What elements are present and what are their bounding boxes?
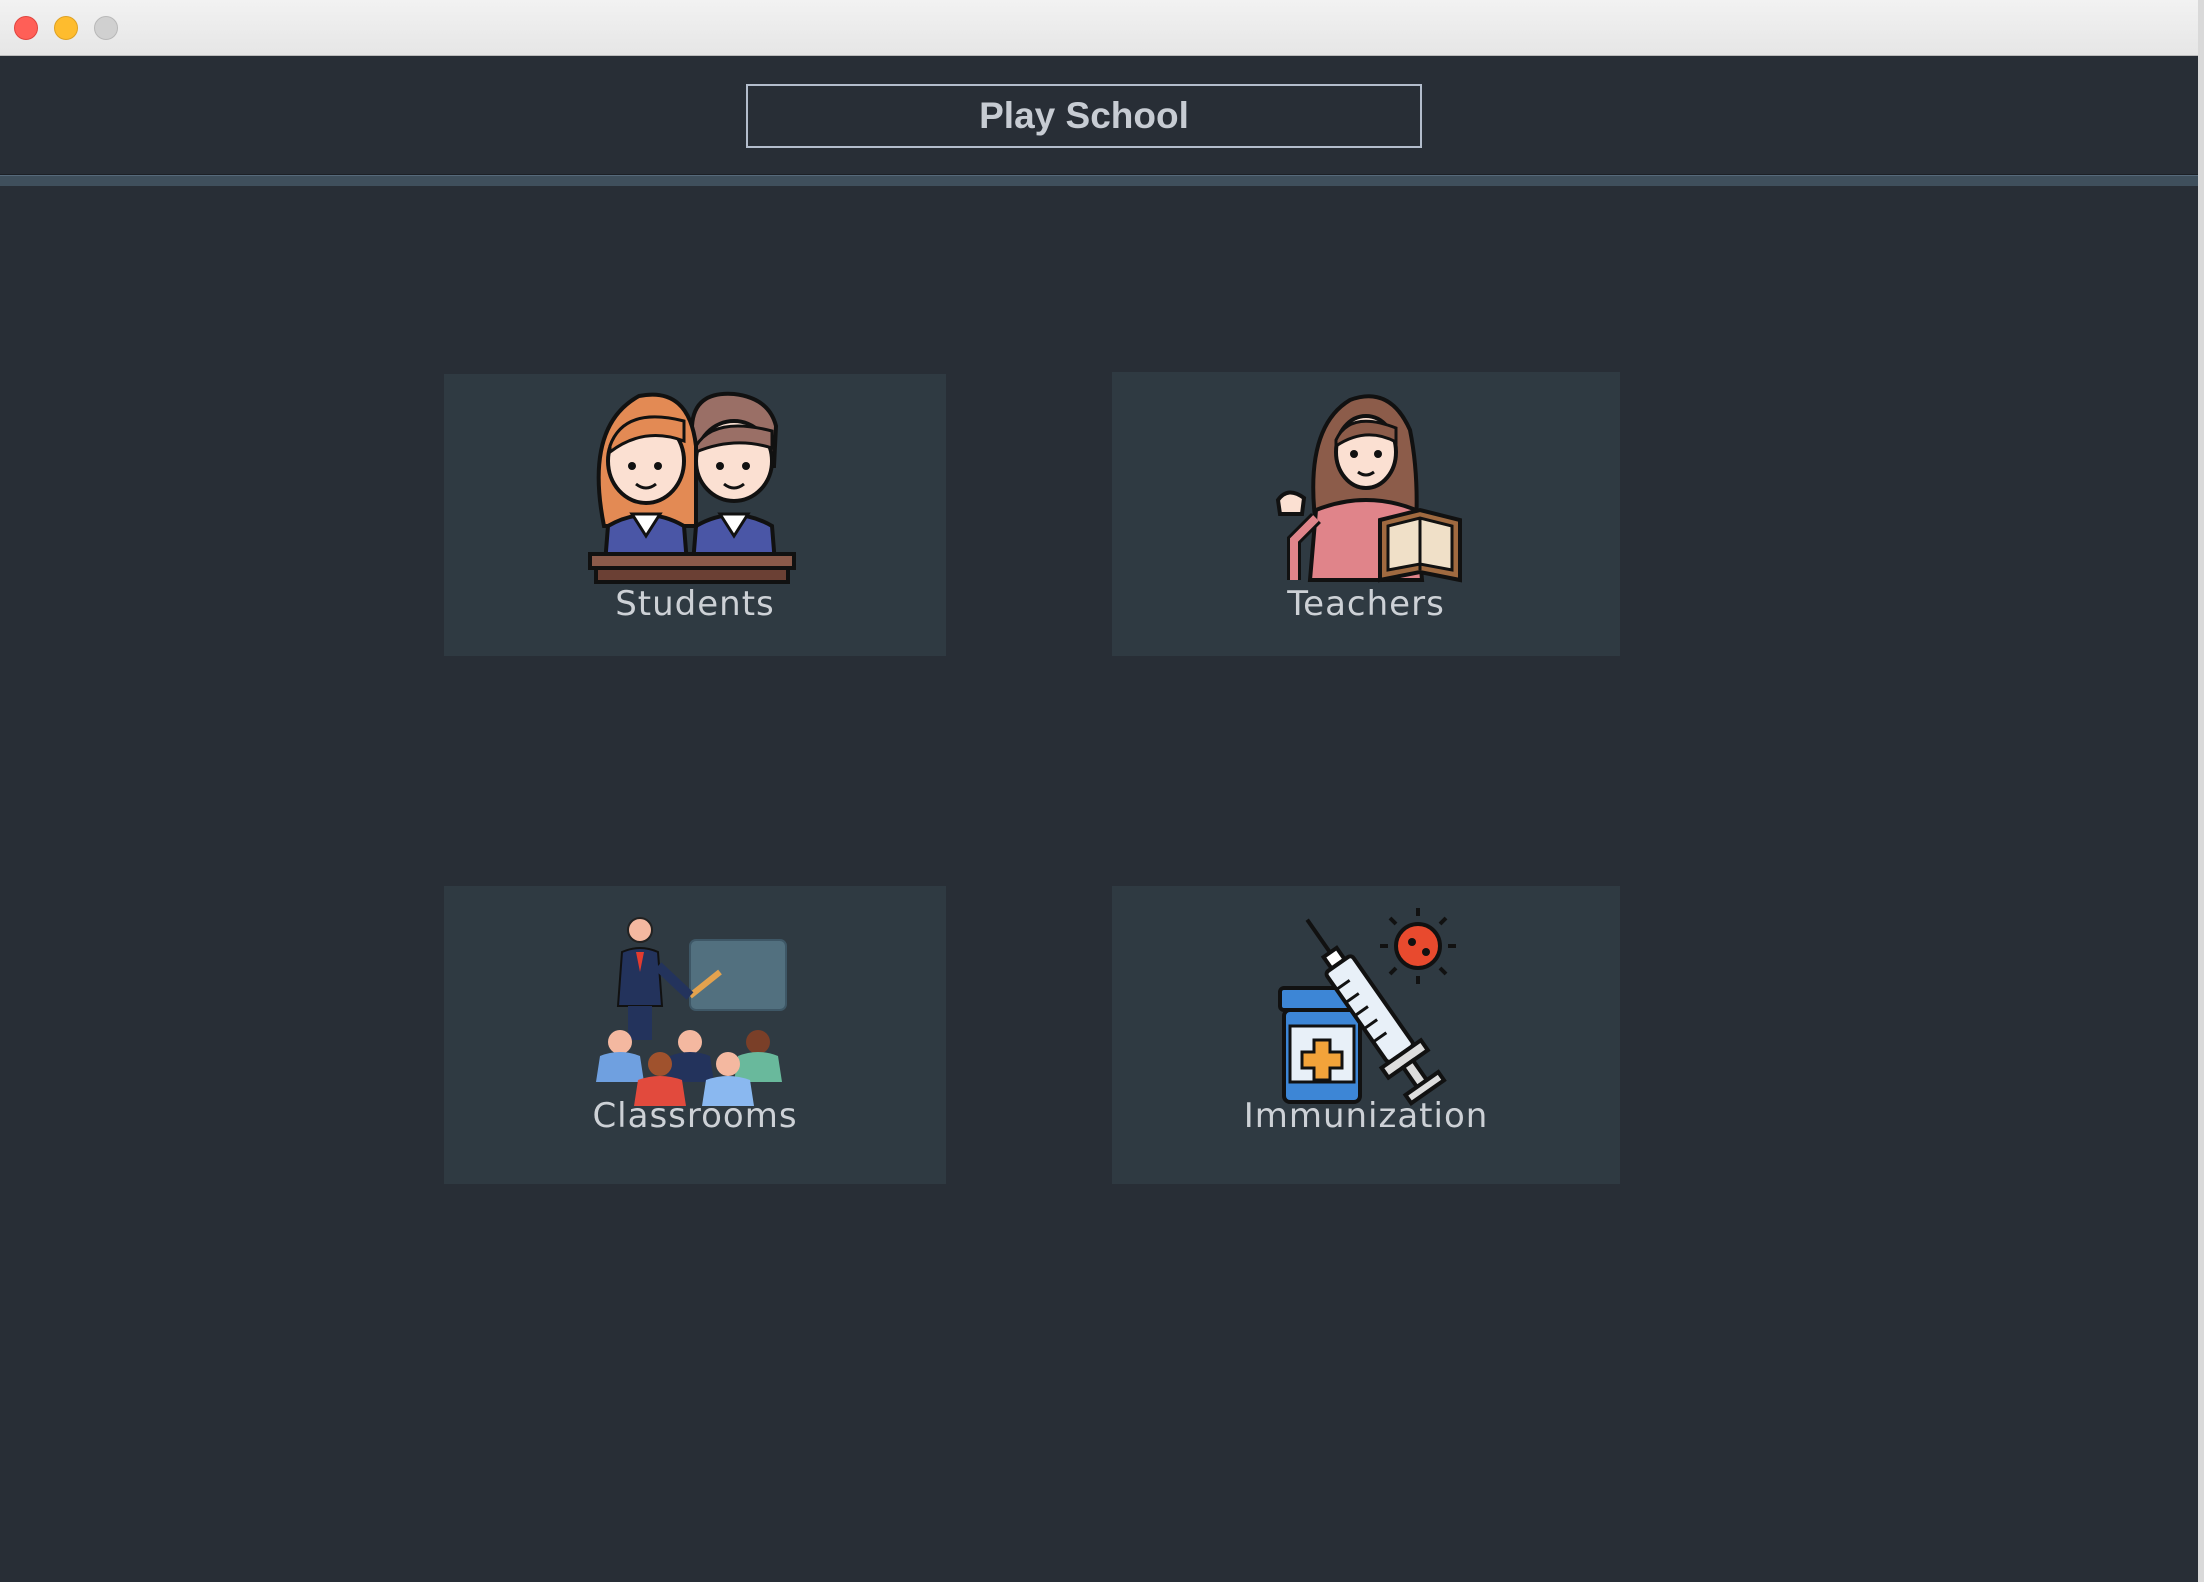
window-titlebar (0, 0, 2198, 56)
teachers-button[interactable]: Teachers (1112, 372, 1620, 656)
window-edge (2198, 0, 2204, 1582)
header-divider (0, 175, 2198, 186)
close-window-button[interactable] (14, 16, 38, 40)
immunization-button[interactable]: Immunization (1112, 886, 1620, 1184)
teacher-icon (1275, 394, 1462, 583)
students-button[interactable]: Students (444, 374, 946, 656)
classrooms-button[interactable]: Classrooms (444, 886, 946, 1184)
students-icon (588, 391, 796, 584)
page-title: Play School (746, 84, 1422, 148)
teachers-label: Teachers (1287, 584, 1445, 624)
vaccine-icon (1278, 908, 1456, 1106)
classroom-icon (596, 917, 787, 1106)
students-label: Students (615, 584, 775, 624)
classrooms-label: Classrooms (592, 1096, 798, 1136)
maximize-window-button[interactable] (94, 16, 118, 40)
immunization-label: Immunization (1243, 1096, 1489, 1136)
app-window: Play School Students Teachers Classrooms… (0, 0, 2198, 1582)
minimize-window-button[interactable] (54, 16, 78, 40)
